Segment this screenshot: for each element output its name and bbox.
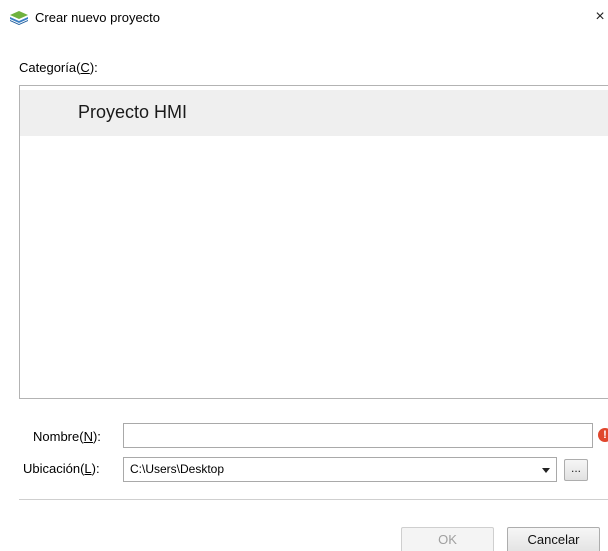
name-label-accesskey: N <box>83 429 93 444</box>
category-label: Categoría(C): <box>19 60 98 75</box>
window-title: Crear nuevo proyecto <box>35 10 161 25</box>
category-item-label: Proyecto HMI <box>78 102 188 122</box>
chevron-down-icon[interactable] <box>542 468 550 473</box>
category-label-suffix: ): <box>89 60 98 75</box>
location-combobox[interactable]: C:\Users\Desktop <box>123 457 557 482</box>
close-icon[interactable]: × <box>590 5 608 29</box>
error-icon: ! <box>598 428 608 442</box>
app-icon <box>10 11 28 25</box>
location-label-suffix: ): <box>91 461 100 476</box>
name-label-prefix: Nombre( <box>33 429 84 444</box>
name-input[interactable] <box>123 423 593 448</box>
location-value: C:\Users\Desktop <box>130 462 225 476</box>
location-label-accesskey: L <box>84 461 92 476</box>
location-label-prefix: Ubicación( <box>23 461 85 476</box>
category-label-prefix: Categoría( <box>19 60 81 75</box>
browse-button[interactable]: ... <box>564 459 588 481</box>
separator <box>19 499 608 500</box>
category-label-accesskey: C <box>80 60 90 75</box>
cancel-button[interactable]: Cancelar <box>507 527 600 551</box>
ok-button[interactable]: OK <box>401 527 494 551</box>
location-label: Ubicación(L): <box>23 461 100 476</box>
title-bar: Crear nuevo proyecto × <box>0 0 608 34</box>
create-project-dialog: Crear nuevo proyecto × Categoría(C): Pro… <box>0 0 608 551</box>
category-list[interactable]: Proyecto HMI <box>19 85 608 399</box>
name-label-suffix: ): <box>92 429 101 444</box>
name-label: Nombre(N): <box>33 429 101 444</box>
category-item-proyecto-hmi[interactable]: Proyecto HMI <box>20 90 608 136</box>
